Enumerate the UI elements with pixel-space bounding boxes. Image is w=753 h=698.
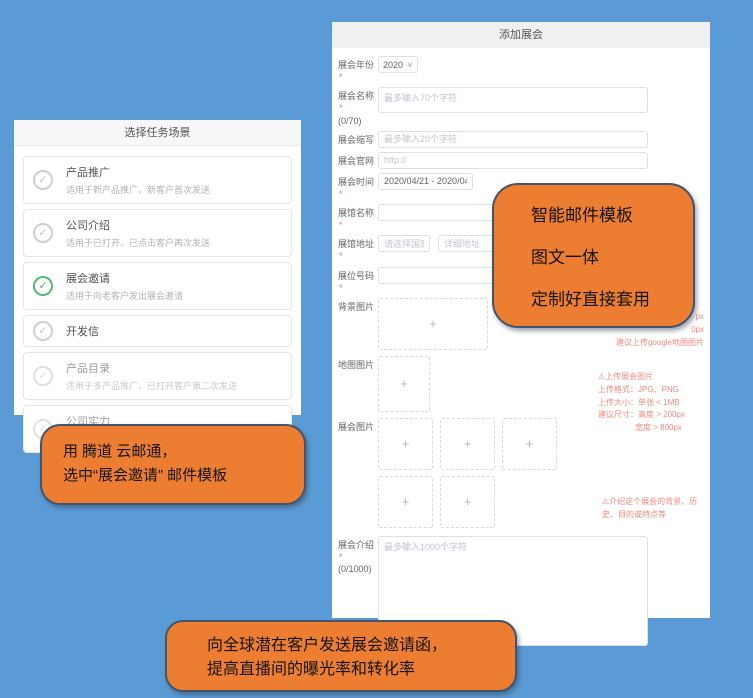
callout-select-template: 用 腾道 云邮通， 选中“展会邀请” 邮件模板	[40, 424, 306, 505]
check-circle-icon: ✓	[33, 366, 53, 386]
scenario-item-subtitle: 适用于向老客户发出展会邀请	[66, 289, 283, 302]
scenario-list: ✓ 产品推广 适用于新产品推广，新客户首次发送 ✓ 公司介绍 适用于已打开、已点…	[14, 146, 301, 453]
scenario-item-subtitle: 适用于新产品推广，新客户首次发送	[66, 183, 283, 196]
form-body: 展会年份* 2020 ∨ 展会名称* (0/70) 展会缩写 展会官网 http…	[332, 48, 710, 673]
row-website: 展会官网 http://	[338, 152, 704, 169]
intro-hint: ⚠介绍这个展会的背景、历史、目的或特点等	[602, 496, 706, 522]
scenario-panel-title: 选择任务场景	[14, 120, 301, 146]
check-circle-icon-selected: ✓	[33, 276, 53, 296]
abbr-input[interactable]	[378, 131, 648, 148]
booth-label: 展位号码*	[338, 267, 378, 294]
intro-counter: (0/1000)	[338, 564, 372, 574]
callout-send-invitation: 向全球潜在客户发送展会邀请函， 提高直播间的曝光率和转化率	[165, 620, 517, 692]
year-label: 展会年份*	[338, 56, 378, 83]
required-mark: *	[339, 103, 343, 113]
scenario-item-title: 产品目录	[66, 360, 283, 376]
callout-smart-template: 智能邮件模板 图文一体 定制好直接套用	[492, 183, 695, 328]
bg-image-label: 背景图片	[338, 298, 378, 350]
check-circle-icon: ✓	[33, 321, 53, 341]
scenario-item-subtitle: 适用于已打开、已点击客户再次发送	[66, 236, 283, 249]
scenario-item-title: 产品推广	[66, 164, 283, 180]
abbr-label: 展会缩写	[338, 131, 378, 148]
map-image-upload[interactable]: +	[378, 356, 430, 412]
map-image-label: 地图图片	[338, 356, 378, 412]
check-circle-icon: ✓	[33, 223, 53, 243]
detail-address-input[interactable]	[438, 235, 494, 252]
address-label: 展馆地址*	[338, 235, 378, 262]
callout-line: 提高直播间的曝光率和转化率	[207, 658, 515, 682]
website-input-group[interactable]: http://	[378, 152, 648, 169]
plus-icon: +	[464, 436, 472, 451]
scenario-item-company-intro[interactable]: ✓ 公司介绍 适用于已打开、已点击客户再次发送	[23, 209, 292, 257]
canvas: 选择任务场景 ✓ 产品推广 适用于新产品推广，新客户首次发送 ✓ 公司介绍 适用…	[0, 0, 753, 698]
url-prefix: http://	[379, 155, 411, 165]
callout-line: 定制好直接套用	[531, 285, 693, 310]
row-abbr: 展会缩写	[338, 131, 704, 148]
plus-icon: +	[464, 494, 472, 509]
name-label: 展会名称* (0/70)	[338, 87, 378, 126]
required-mark: *	[339, 251, 343, 261]
required-mark: *	[339, 283, 343, 293]
scenario-item-product-catalog[interactable]: ✓ 产品目录 适用于多产品推广，已打开客户第二次发送	[23, 352, 292, 400]
required-mark: *	[339, 189, 343, 199]
name-counter: (0/70)	[338, 116, 362, 126]
plus-icon: +	[400, 376, 408, 391]
form-title: 添加展会	[332, 22, 710, 48]
photo-upload[interactable]: +	[440, 418, 495, 470]
hall-label: 展馆名称*	[338, 204, 378, 231]
check-circle-icon: ✓	[33, 170, 53, 190]
row-name: 展会名称* (0/70)	[338, 87, 704, 126]
plus-icon: +	[526, 436, 534, 451]
row-year: 展会年份* 2020 ∨	[338, 56, 704, 83]
plus-icon: +	[402, 436, 410, 451]
callout-line: 向全球潜在客户发送展会邀请函，	[207, 634, 515, 658]
country-select-input[interactable]	[378, 235, 430, 252]
plus-icon: +	[429, 316, 437, 331]
scenario-item-title: 展会邀请	[66, 270, 283, 286]
scenario-item-subtitle: 适用于多产品推广，已打开客户第二次发送	[66, 379, 283, 392]
time-label: 展会时间*	[338, 173, 378, 200]
photo-upload[interactable]: +	[378, 476, 433, 528]
photos-label: 展会图片	[338, 418, 378, 534]
photos-hint: ⚠上传展会图片 上传格式：JPG、PNG 上传大小：单张 < 1MB 建议尺寸：…	[598, 371, 706, 435]
bg-image-upload[interactable]: +	[378, 298, 488, 350]
website-label: 展会官网	[338, 152, 378, 169]
callout-line: 智能邮件模板	[531, 201, 693, 226]
scenario-item-title: 开发信	[66, 323, 283, 339]
time-range-input[interactable]	[378, 173, 473, 190]
scenario-item-exhibition-invite[interactable]: ✓ 展会邀请 适用于向老客户发出展会邀请	[23, 262, 292, 310]
photo-upload[interactable]: +	[440, 476, 495, 528]
required-mark: *	[339, 552, 343, 562]
name-textarea[interactable]	[378, 87, 648, 113]
scenario-item-title: 公司介绍	[66, 217, 283, 233]
year-value: 2020	[383, 60, 403, 70]
callout-line: 用 腾道 云邮通，	[63, 440, 304, 464]
required-mark: *	[339, 220, 343, 230]
required-mark: *	[339, 72, 343, 82]
website-input[interactable]	[411, 154, 647, 167]
callout-line: 选中“展会邀请” 邮件模板	[63, 464, 304, 488]
year-select[interactable]: 2020 ∨	[378, 56, 418, 73]
scenario-item-dev-letter[interactable]: ✓ 开发信	[23, 315, 292, 347]
chevron-down-icon: ∨	[406, 60, 414, 69]
photo-upload[interactable]: +	[378, 418, 433, 470]
scenario-panel: 选择任务场景 ✓ 产品推广 适用于新产品推广，新客户首次发送 ✓ 公司介绍 适用…	[14, 120, 301, 415]
photo-upload[interactable]: +	[502, 418, 557, 470]
plus-icon: +	[402, 494, 410, 509]
scenario-item-product-promo[interactable]: ✓ 产品推广 适用于新产品推广，新客户首次发送	[23, 156, 292, 204]
photos-grid: + + + + +	[378, 418, 557, 534]
callout-line: 图文一体	[531, 243, 693, 268]
